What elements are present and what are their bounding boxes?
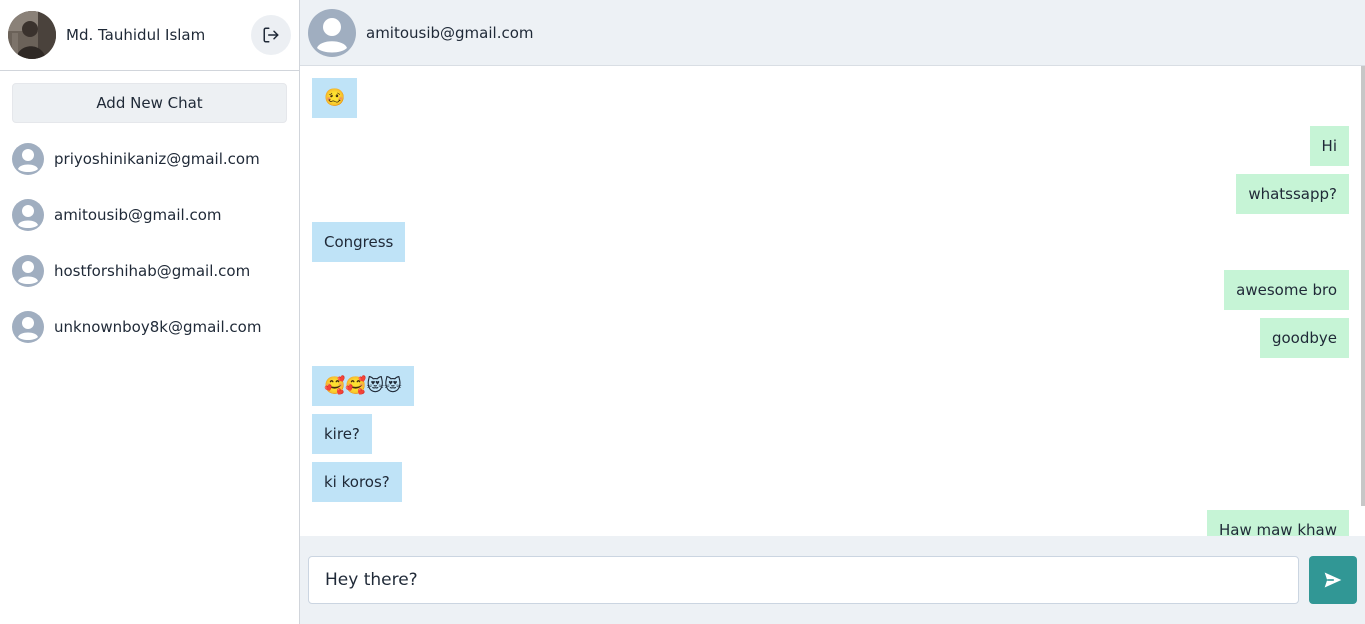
current-user-name: Md. Tauhidul Islam bbox=[66, 26, 206, 44]
contact-email: hostforshihab@gmail.com bbox=[54, 262, 251, 280]
message-row: Congress bbox=[312, 222, 1349, 262]
message-row: 🥴 bbox=[312, 78, 1349, 118]
message-row: Haw maw khaw bbox=[312, 510, 1349, 536]
user-avatar-icon bbox=[12, 311, 44, 343]
outgoing-message: Hi bbox=[1309, 126, 1349, 166]
contact-item[interactable]: unknownboy8k@gmail.com bbox=[0, 299, 299, 355]
contact-email: priyoshinikaniz@gmail.com bbox=[54, 150, 260, 168]
incoming-message: ki koros? bbox=[312, 462, 402, 502]
chat-header: amitousib@gmail.com bbox=[300, 0, 1365, 66]
user-avatar-icon bbox=[12, 255, 44, 287]
sidebar-header: Md. Tauhidul Islam bbox=[0, 0, 299, 71]
outgoing-message: awesome bro bbox=[1224, 270, 1349, 310]
message-row: ki koros? bbox=[312, 462, 1349, 502]
message-row: 🥰🥰😻😻 bbox=[312, 366, 1349, 406]
send-icon bbox=[1324, 572, 1342, 588]
chat-recipient-email: amitousib@gmail.com bbox=[366, 23, 534, 42]
chat-panel: amitousib@gmail.com 🥴 Hi whatssapp? Cong… bbox=[300, 0, 1365, 624]
user-avatar-icon bbox=[12, 143, 44, 175]
sidebar: Md. Tauhidul Islam Add New Chat priyoshi… bbox=[0, 0, 300, 624]
outgoing-message: goodbye bbox=[1259, 318, 1349, 358]
message-row: kire? bbox=[312, 414, 1349, 454]
message-composer bbox=[300, 536, 1365, 624]
message-row: Hi bbox=[312, 126, 1349, 166]
contact-item[interactable]: hostforshihab@gmail.com bbox=[0, 243, 299, 299]
incoming-message: 🥴 bbox=[312, 78, 358, 118]
contact-email: unknownboy8k@gmail.com bbox=[54, 318, 262, 336]
incoming-message: kire? bbox=[312, 414, 372, 454]
message-input[interactable] bbox=[308, 556, 1299, 604]
profile-photo[interactable] bbox=[8, 11, 56, 59]
contact-item[interactable]: amitousib@gmail.com bbox=[0, 187, 299, 243]
message-row: whatssapp? bbox=[312, 174, 1349, 214]
message-row: awesome bro bbox=[312, 270, 1349, 310]
incoming-message: 🥰🥰😻😻 bbox=[312, 366, 414, 406]
outgoing-message: Haw maw khaw bbox=[1206, 510, 1349, 536]
user-avatar-icon bbox=[308, 8, 356, 57]
logout-button[interactable] bbox=[251, 15, 291, 55]
message-row: goodbye bbox=[312, 318, 1349, 358]
contact-email: amitousib@gmail.com bbox=[54, 206, 222, 224]
contact-item[interactable]: priyoshinikaniz@gmail.com bbox=[0, 131, 299, 187]
incoming-message: Congress bbox=[312, 222, 406, 262]
logout-icon bbox=[263, 27, 279, 43]
chat-app: Md. Tauhidul Islam Add New Chat priyoshi… bbox=[0, 0, 1365, 624]
add-new-chat-button[interactable]: Add New Chat bbox=[12, 83, 287, 123]
user-avatar-icon bbox=[12, 199, 44, 231]
message-list[interactable]: 🥴 Hi whatssapp? Congress awesome bro goo… bbox=[300, 66, 1365, 536]
outgoing-message: whatssapp? bbox=[1236, 174, 1349, 214]
message-scrollbar[interactable] bbox=[1361, 66, 1365, 506]
send-button[interactable] bbox=[1309, 556, 1357, 604]
